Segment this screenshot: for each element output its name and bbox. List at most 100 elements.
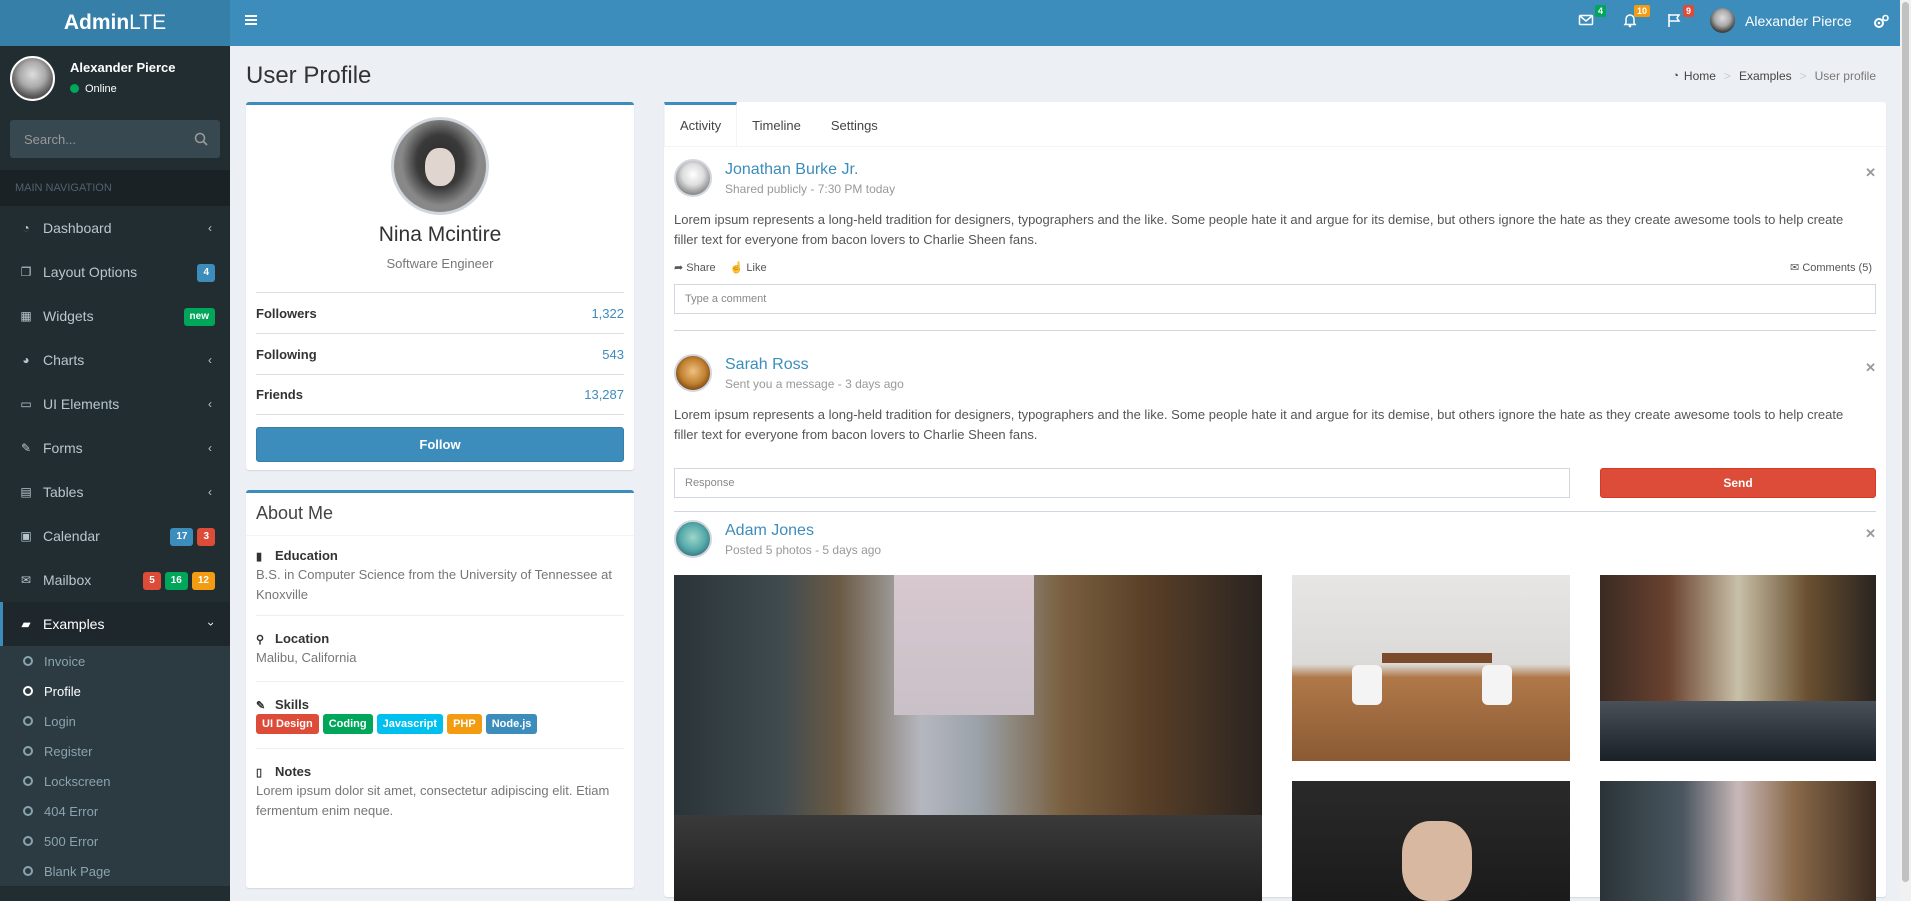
post-avatar <box>674 520 712 558</box>
follow-button[interactable]: Follow <box>256 427 624 462</box>
breadcrumb-home[interactable]: Home <box>1684 69 1716 83</box>
main-sidebar: AdminLTE Alexander Pierce Online MAIN NA… <box>0 0 230 901</box>
book-icon: ▮ <box>256 550 263 563</box>
online-dot-icon <box>70 84 79 93</box>
about-me-card: About Me ▮ Education B.S. in Computer Sci… <box>246 490 634 888</box>
stat-value[interactable]: 1,322 <box>591 306 624 321</box>
stat-value[interactable]: 13,287 <box>584 387 624 402</box>
pie-chart-icon: ◕ <box>22 353 30 367</box>
chevron-left-icon: ‹ <box>208 485 212 499</box>
submenu-item-login[interactable]: Login <box>0 706 230 736</box>
tab-timeline[interactable]: Timeline <box>737 102 816 147</box>
skill-label: Node.js <box>485 714 538 734</box>
sidebar-item-tables[interactable]: ▤ Tables ‹ <box>0 470 230 514</box>
comments-icon: ✉ <box>1790 262 1800 274</box>
submenu-item-blank-page[interactable]: Blank Page <box>0 856 230 886</box>
submenu-item-profile[interactable]: Profile <box>0 676 230 706</box>
close-icon[interactable]: ✕ <box>1865 360 1876 376</box>
post-avatar <box>674 159 712 197</box>
count-badge: 3 <box>197 528 215 546</box>
sidebar-item-ui-elements[interactable]: ▭ UI Elements ‹ <box>0 382 230 426</box>
gears-icon[interactable] <box>1872 13 1890 31</box>
tab-activity[interactable]: Activity <box>664 102 738 147</box>
sidebar-search <box>10 120 220 158</box>
breadcrumb-examples[interactable]: Examples <box>1739 69 1792 83</box>
sidebar-item-dashboard[interactable]: ◔ Dashboard ‹ <box>0 206 230 250</box>
submenu-item-500[interactable]: 500 Error <box>0 826 230 856</box>
scrollbar-thumb[interactable] <box>1902 2 1909 882</box>
sidebar-user-status[interactable]: Online <box>70 83 117 95</box>
post-text: Lorem ipsum represents a long-held tradi… <box>674 212 1844 247</box>
stat-value[interactable]: 543 <box>602 347 624 362</box>
search-icon[interactable] <box>194 132 208 146</box>
user-panel: Alexander Pierce Online <box>0 46 230 120</box>
vertical-scrollbar[interactable] <box>1900 0 1911 901</box>
profile-role: Software Engineer <box>386 256 494 271</box>
files-icon: ❐ <box>20 265 32 279</box>
tasks-button[interactable]: 9 <box>1666 5 1694 32</box>
profile-tabs: Activity Timeline Settings <box>664 102 1886 147</box>
skill-label: Javascript <box>376 714 444 734</box>
pencil-icon: ✎ <box>256 699 266 712</box>
chevron-left-icon: ‹ <box>208 397 212 411</box>
share-link[interactable]: ➦ Share <box>674 261 716 274</box>
logo-rest-text: LTE <box>129 11 167 34</box>
sidebar-item-charts[interactable]: ◕ Charts ‹ <box>0 338 230 382</box>
sidebar-item-forms[interactable]: ✎ Forms ‹ <box>0 426 230 470</box>
comments-link[interactable]: ✉ Comments (5) <box>1790 261 1872 274</box>
section-label: Location <box>275 631 330 646</box>
sidebar-user-name: Alexander Pierce <box>70 60 176 75</box>
sidebar-item-layout-options[interactable]: ❐ Layout Options 4 <box>0 250 230 294</box>
tab-settings[interactable]: Settings <box>816 102 893 147</box>
submenu-item-register[interactable]: Register <box>0 736 230 766</box>
comment-input[interactable] <box>674 284 1876 314</box>
section-label: Education <box>275 548 338 563</box>
sidebar-search-input[interactable] <box>10 120 220 158</box>
circle-icon <box>23 806 33 816</box>
profile-card: Nina Mcintire Software Engineer Follower… <box>246 102 634 470</box>
post-adam: Adam Jones Posted 5 photos - 5 days ago … <box>674 520 1876 901</box>
count-badge: 4 <box>197 264 215 282</box>
close-icon[interactable]: ✕ <box>1865 165 1876 181</box>
close-icon[interactable]: ✕ <box>1865 526 1876 542</box>
photo-canal[interactable] <box>1600 575 1876 761</box>
laptop-icon: ▭ <box>20 397 32 411</box>
topbar-user-menu[interactable]: Alexander Pierce <box>1710 8 1852 33</box>
sidebar-item-calendar[interactable]: ▣ Calendar 17 3 <box>0 514 230 558</box>
photo-alley[interactable] <box>1600 781 1876 901</box>
post-author[interactable]: Sarah Ross <box>725 356 809 374</box>
count-badge: 16 <box>164 572 188 590</box>
dashboard-icon: ◔ <box>22 221 30 235</box>
location-text: Malibu, California <box>256 650 357 665</box>
menu-toggle-icon[interactable] <box>244 13 258 27</box>
th-icon: ▦ <box>20 309 32 323</box>
photo-woman-reading[interactable] <box>1292 781 1570 901</box>
post-author[interactable]: Adam Jones <box>725 522 814 540</box>
education-text: B.S. in Computer Science from the Univer… <box>256 567 612 602</box>
app-logo[interactable]: AdminLTE <box>0 0 230 46</box>
post-author[interactable]: Jonathan Burke Jr. <box>725 161 858 179</box>
sidebar-item-examples[interactable]: ▰ Examples ‹ <box>0 602 230 646</box>
send-button[interactable]: Send <box>1600 468 1876 498</box>
about-title: About Me <box>256 503 334 523</box>
sidebar-item-mailbox[interactable]: ✉ Mailbox 5 16 12 <box>0 558 230 602</box>
submenu-item-404[interactable]: 404 Error <box>0 796 230 826</box>
messages-button[interactable]: 4 <box>1578 5 1606 32</box>
circle-icon <box>23 866 33 876</box>
dashboard-icon: ◔ <box>1672 70 1679 82</box>
envelope-icon <box>1578 14 1594 26</box>
response-input[interactable] <box>674 468 1570 498</box>
edit-icon: ✎ <box>20 441 32 455</box>
photo-dining-room[interactable] <box>1292 575 1570 761</box>
sidebar-item-widgets[interactable]: ▦ Widgets new <box>0 294 230 338</box>
submenu-item-lockscreen[interactable]: Lockscreen <box>0 766 230 796</box>
like-label: Like <box>746 262 767 274</box>
notifications-button[interactable]: 10 <box>1622 5 1650 32</box>
submenu-item-invoice[interactable]: Invoice <box>0 646 230 676</box>
topbar-user-name: Alexander Pierce <box>1745 12 1852 29</box>
sidebar-item-label: Calendar <box>43 528 100 544</box>
photo-street[interactable] <box>674 575 1262 901</box>
like-link[interactable]: ☝ Like <box>730 261 767 274</box>
circle-icon <box>23 776 33 786</box>
circle-icon <box>23 836 33 846</box>
